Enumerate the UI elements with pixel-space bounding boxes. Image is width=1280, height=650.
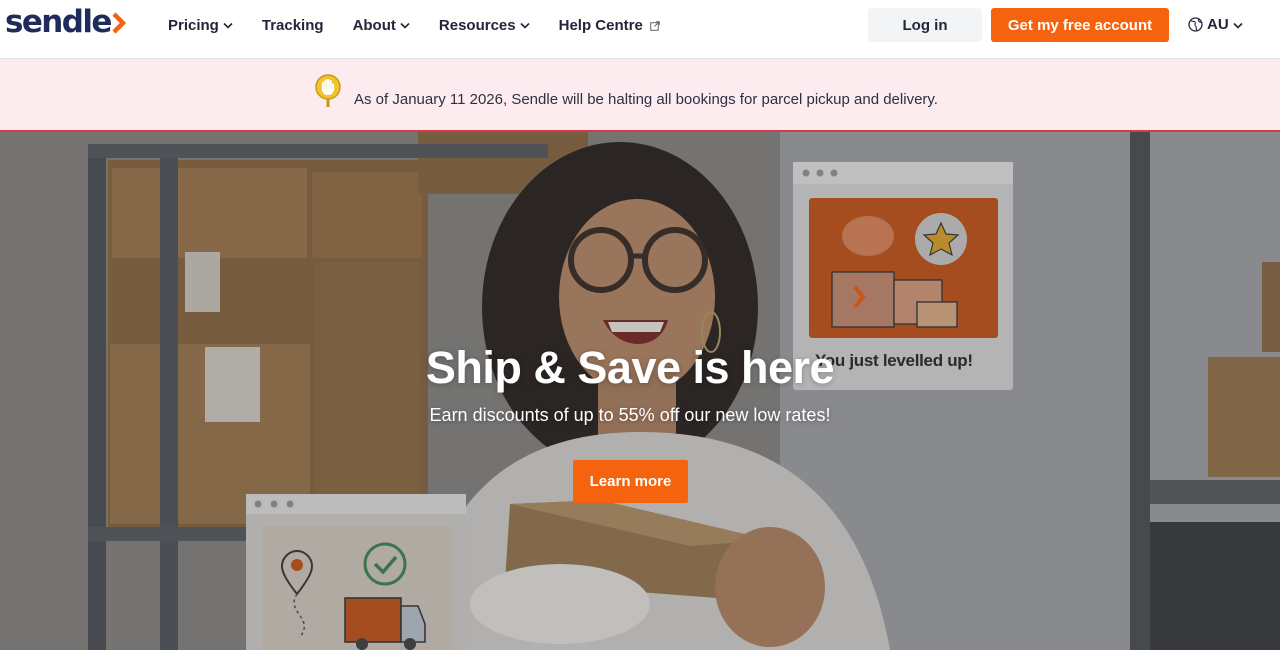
announcement-text: As of January 11 2026, Sendle will be ha… [354,91,938,108]
nav-help-centre-label: Help Centre [558,16,643,34]
chevron-down-icon [520,22,530,29]
announcement-banner: As of January 11 2026, Sendle will be ha… [0,58,1280,132]
nav-about[interactable]: About [353,17,410,34]
hero-section: You just levelled up! Ship & Save is her… [0,132,1280,650]
nav-help-centre[interactable]: Help Centre [559,17,660,34]
nav-tracking-label: Tracking [261,16,324,34]
chevron-down-icon [400,22,410,29]
chevron-down-icon [223,22,233,29]
region-selector[interactable]: AU [1188,16,1243,33]
globe-icon [1188,17,1203,32]
nav-tracking[interactable]: Tracking [262,17,324,34]
external-link-icon [649,20,660,31]
login-button[interactable]: Log in [868,8,982,42]
nav-pricing-label: Pricing [168,16,219,34]
nav-resources-label: Resources [438,16,516,34]
nav-about-label: About [352,16,396,34]
learn-more-button[interactable]: Learn more [573,460,688,503]
region-label: AU [1207,16,1229,33]
hero-title: Ship & Save is here [425,342,835,393]
nav-resources[interactable]: Resources [439,17,530,34]
main-nav: Pricing Tracking About Resources Help Ce… [168,14,689,36]
chevron-down-icon [1233,22,1243,29]
logo-chevron-icon [112,12,126,34]
nav-pricing[interactable]: Pricing [168,17,233,34]
site-header: sendle Pricing Tracking About Resources … [0,0,1280,58]
sendle-logo[interactable]: sendle [5,4,126,40]
logo-wordmark: sendle [5,4,112,40]
hero-subtitle: Earn discounts of up to 55% off our new … [429,405,831,425]
hand-stop-icon [315,74,341,107]
get-free-account-button[interactable]: Get my free account [991,8,1169,42]
